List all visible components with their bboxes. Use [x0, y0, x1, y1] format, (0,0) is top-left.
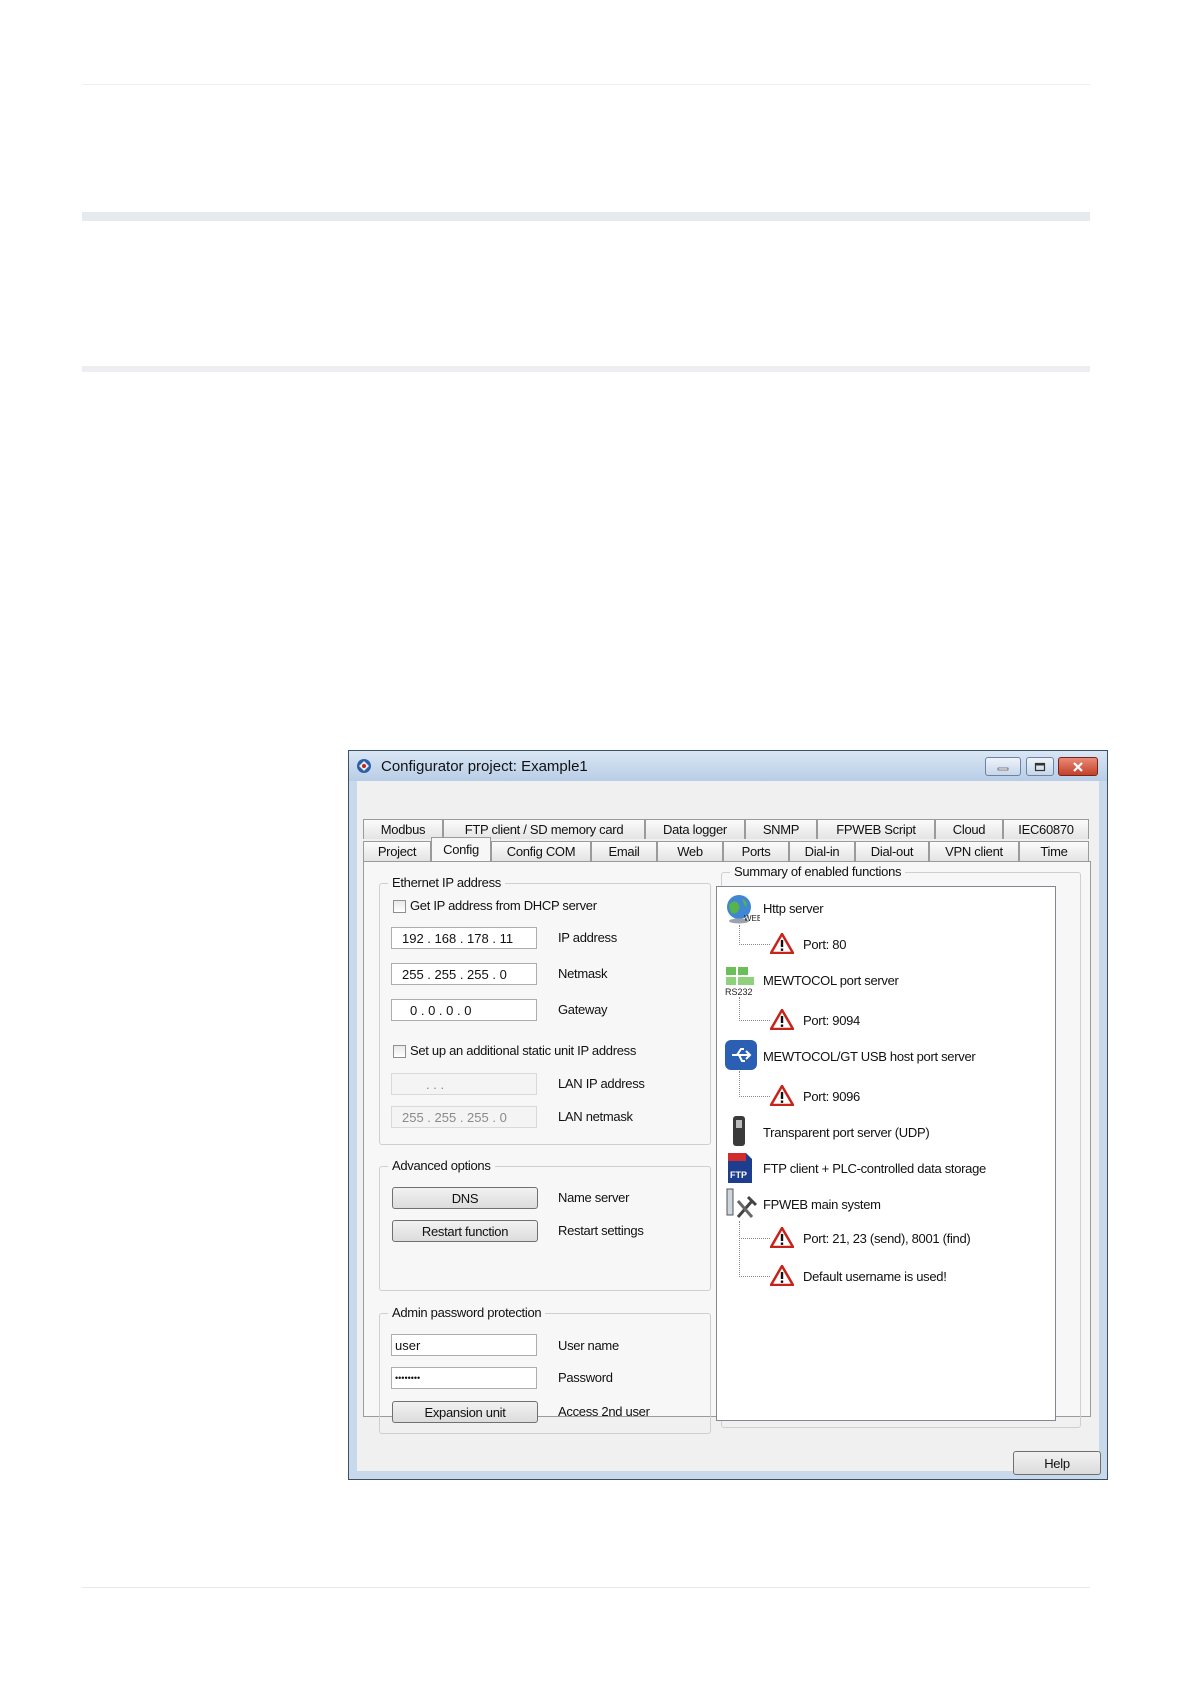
minimize-icon — [997, 767, 1009, 770]
restart-label: Restart settings — [558, 1223, 644, 1238]
tab-snmp[interactable]: SNMP — [745, 819, 817, 839]
tree-connector — [739, 925, 770, 945]
username-label: User name — [558, 1338, 619, 1353]
tab-config[interactable]: Config — [431, 837, 491, 861]
ip-address-input[interactable]: 192 . 168 . 178 . 11 — [391, 927, 537, 949]
dns-button[interactable]: DNS — [392, 1187, 538, 1209]
window-title: Configurator project: Example1 — [381, 757, 588, 775]
admin-group: Admin password protection user User name… — [379, 1305, 711, 1434]
tab-web[interactable]: Web — [657, 841, 723, 861]
http-server-label: Http server — [763, 901, 824, 916]
tab-fpweb-script[interactable]: FPWEB Script — [817, 819, 935, 839]
expansion-label: Access 2nd user — [558, 1404, 650, 1419]
mewtocol-label: MEWTOCOL port server — [763, 973, 899, 988]
tab-ftp-client[interactable]: FTP client / SD memory card — [443, 819, 645, 839]
fpweb-port-label: Port: 21, 23 (send), 8001 (find) — [803, 1231, 971, 1246]
gateway-label: Gateway — [558, 1002, 608, 1017]
expansion-unit-button[interactable]: Expansion unit — [392, 1401, 538, 1423]
page-rule-bottom — [82, 1587, 1090, 1588]
minimize-button[interactable] — [985, 757, 1021, 776]
tree-connector — [739, 1071, 770, 1097]
password-label: Password — [558, 1370, 613, 1385]
window-client: Modbus FTP client / SD memory card Data … — [357, 781, 1101, 1475]
usb-icon — [725, 1040, 757, 1070]
advanced-group: Advanced options DNS Name server Restart… — [379, 1158, 711, 1291]
ip-address-label: IP address — [558, 930, 617, 945]
netmask-label: Netmask — [558, 966, 608, 981]
tab-iec60870[interactable]: IEC60870 — [1003, 819, 1089, 839]
tab-cloud[interactable]: Cloud — [935, 819, 1003, 839]
configurator-window: Configurator project: Example1 Modbus FT… — [348, 750, 1108, 1480]
close-button[interactable] — [1058, 757, 1098, 776]
usb-label: MEWTOCOL/GT USB host port server — [763, 1049, 976, 1064]
password-input[interactable]: •••••••• — [391, 1367, 537, 1389]
summary-tree[interactable]: WEB Http server Port: 80 RS232 MEWTOCOL … — [716, 886, 1056, 1421]
usb-port-label: Port: 9096 — [803, 1089, 860, 1104]
summary-group-title: Summary of enabled functions — [730, 864, 906, 879]
help-button[interactable]: Help — [1013, 1451, 1101, 1475]
lan-netmask-label: LAN netmask — [558, 1109, 633, 1124]
dns-label: Name server — [558, 1190, 630, 1205]
tab-vpn-client[interactable]: VPN client — [929, 841, 1019, 861]
maximize-button[interactable] — [1026, 757, 1054, 776]
lan-netmask-input[interactable]: 255 . 255 . 255 . 0 — [391, 1106, 537, 1128]
web-globe-icon: WEB — [727, 895, 760, 924]
tab-project[interactable]: Project — [363, 841, 431, 861]
gateway-input[interactable]: 0 . 0 . 0 . 0 — [391, 999, 537, 1021]
tab-data-logger[interactable]: Data logger — [645, 819, 745, 839]
ethernet-group-title: Ethernet IP address — [388, 875, 505, 890]
tree-connector — [739, 1238, 770, 1277]
window-titlebar[interactable]: Configurator project: Example1 — [349, 751, 1107, 781]
dhcp-label: Get IP address from DHCP server — [410, 898, 597, 913]
maximize-icon — [1034, 762, 1046, 771]
tab-email[interactable]: Email — [591, 841, 657, 861]
ethernet-group: Ethernet IP address Get IP address from … — [379, 875, 711, 1145]
tab-modbus[interactable]: Modbus — [363, 819, 443, 839]
netmask-input[interactable]: 255 . 255 . 255 . 0 — [391, 963, 537, 985]
static-ip-checkbox[interactable] — [393, 1045, 406, 1058]
tree-connector — [739, 997, 770, 1021]
dhcp-checkbox[interactable] — [393, 900, 406, 913]
app-icon — [357, 759, 371, 773]
static-ip-label: Set up an additional static unit IP addr… — [410, 1043, 637, 1058]
tab-ports[interactable]: Ports — [723, 841, 789, 861]
tab-row-1: Modbus FTP client / SD memory card Data … — [363, 819, 1089, 839]
config-tab-panel: Ethernet IP address Get IP address from … — [363, 861, 1091, 1434]
page-rule-top — [82, 84, 1090, 85]
fpweb-label: FPWEB main system — [763, 1197, 881, 1212]
close-icon — [1073, 761, 1083, 772]
svg-text:FTP: FTP — [730, 1170, 747, 1180]
page-band-2 — [82, 366, 1090, 372]
http-port-label: Port: 80 — [803, 937, 847, 952]
tab-row-2: Project Config Config COM Email Web Port… — [363, 837, 1089, 861]
warning-icon — [770, 1009, 794, 1030]
default-username-warning: Default username is used! — [803, 1269, 947, 1284]
svg-text:WEB: WEB — [744, 914, 760, 923]
svg-text:RS232: RS232 — [725, 987, 753, 997]
admin-group-title: Admin password protection — [388, 1305, 546, 1320]
page-band-1 — [82, 212, 1090, 221]
warning-icon — [770, 933, 794, 954]
tab-time[interactable]: Time — [1019, 841, 1089, 861]
tree-connector — [739, 1221, 770, 1239]
warning-icon — [770, 1085, 794, 1106]
tab-dial-in[interactable]: Dial-in — [789, 841, 855, 861]
tab-config-com[interactable]: Config COM — [491, 841, 591, 861]
tab-dial-out[interactable]: Dial-out — [855, 841, 929, 861]
advanced-group-title: Advanced options — [388, 1158, 495, 1173]
ftp-card-icon: FTP — [728, 1153, 752, 1183]
lan-ip-label: LAN IP address — [558, 1076, 645, 1091]
serial-connector-icon — [733, 1116, 745, 1146]
mewtocol-port-label: Port: 9094 — [803, 1013, 860, 1028]
warning-icon — [770, 1265, 794, 1286]
tools-icon — [726, 1188, 758, 1218]
ftp-label: FTP client + PLC-controlled data storage — [763, 1161, 986, 1176]
lan-ip-input[interactable]: . . . — [391, 1073, 537, 1095]
rs232-icon: RS232 — [725, 967, 754, 997]
restart-function-button[interactable]: Restart function — [392, 1220, 538, 1242]
udp-label: Transparent port server (UDP) — [763, 1125, 930, 1140]
warning-icon — [770, 1227, 794, 1248]
username-input[interactable]: user — [391, 1334, 537, 1356]
